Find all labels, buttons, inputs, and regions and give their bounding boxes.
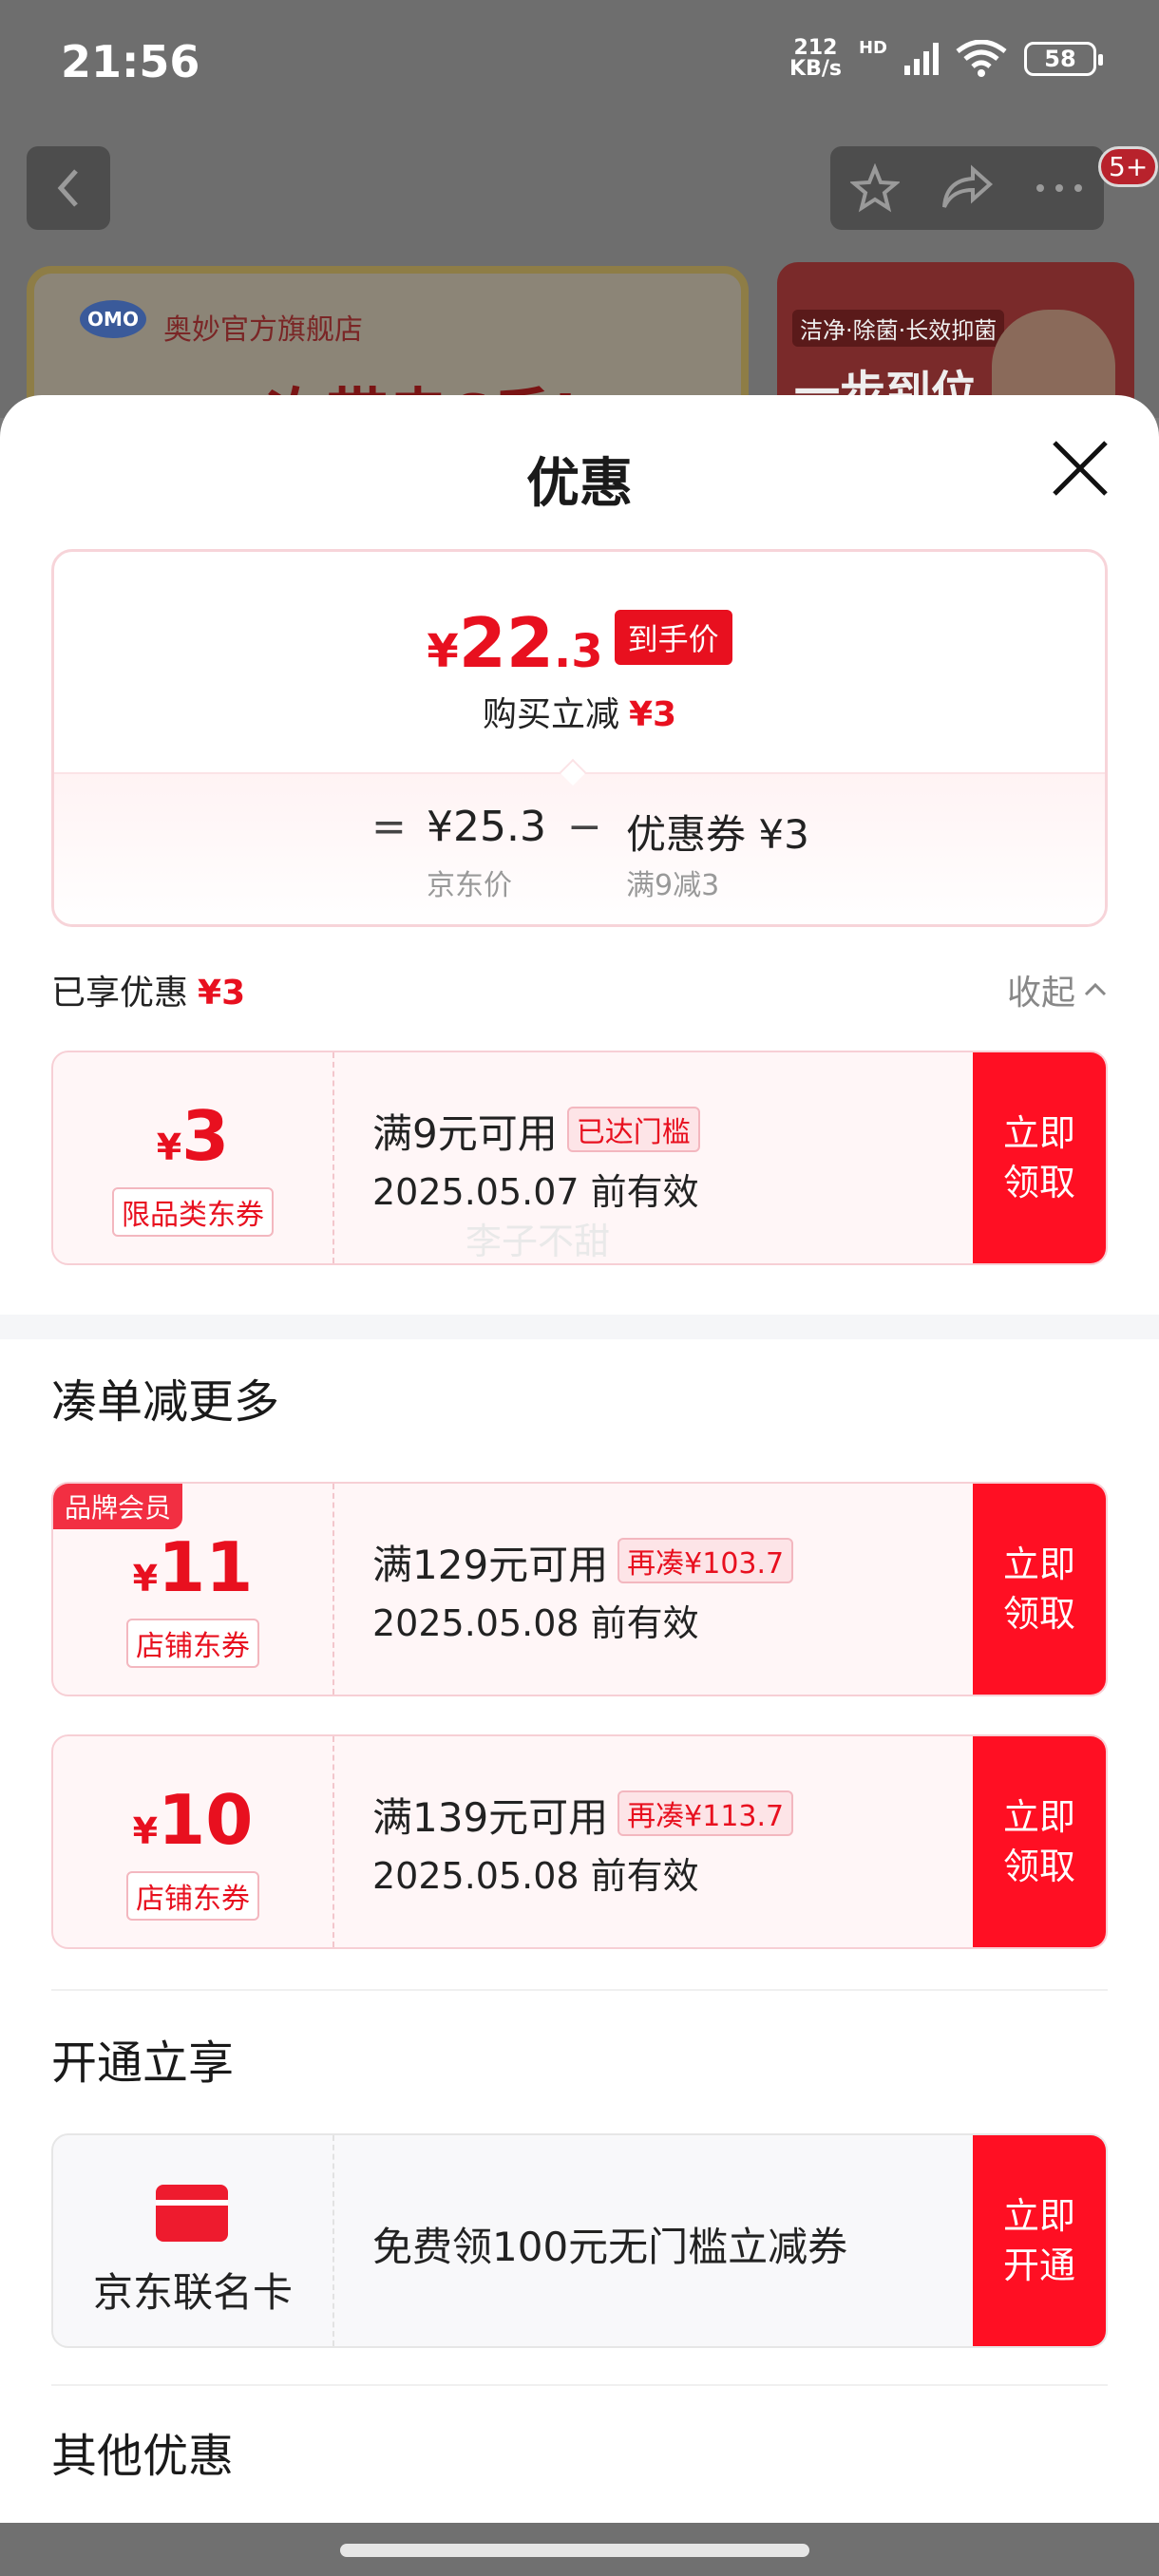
open-section-title: 开通立享 [51, 2036, 235, 2090]
coupon-type: 限品类东券 [112, 1187, 274, 1237]
coupon-condition: 满129元可用 再凑¥103.7 [372, 1533, 794, 1591]
notification-badge: 5+ [1098, 146, 1159, 187]
sheet-title: 优惠 [526, 453, 633, 515]
claim-button-label: 立即 领取 [1002, 1544, 1075, 1635]
wifi-icon [956, 40, 1007, 78]
more-section-title: 凑单减更多 [51, 1375, 280, 1429]
network-speed-unit: KB/s [789, 57, 842, 81]
final-price-integer: 22 [458, 603, 554, 683]
status-icons: 212 KB/s HD 58 [789, 38, 1103, 80]
coupon-validity: 2025.05.08 前有效 [372, 1855, 699, 1897]
discount-sheet: 优惠 ¥22.3 到手价 购买立减 ¥3 = ¥25.3 京东价 − 优惠券 ¥3 … [0, 395, 1159, 2523]
card-name: 京东联名卡 [92, 2269, 293, 2316]
claim-button[interactable]: 立即 领取 [973, 1052, 1106, 1263]
coupon-currency: ¥ [156, 1127, 182, 1168]
card-info-area: 京东联名卡 [53, 2135, 334, 2346]
need-more-badge: 再凑¥103.7 [618, 1538, 794, 1583]
coupon-deduction-condition: 满9减3 [626, 869, 720, 902]
coupon-condition-text: 满139元可用 [372, 1794, 609, 1841]
watermark: 李子不甜 [466, 1221, 611, 1262]
coupon-card: ¥11 店铺东券 品牌会员 满129元可用 再凑¥103.7 2025.05.08… [51, 1482, 1108, 1696]
coupon-deduction: 优惠券 ¥3 [626, 811, 809, 858]
coupon-type: 店铺东券 [126, 1871, 259, 1921]
coupon-value-area: ¥3 限品类东券 [53, 1052, 334, 1263]
coupon-amount-value: 11 [158, 1527, 254, 1607]
final-price-tag: 到手价 [614, 610, 732, 665]
need-more-badge: 再凑¥113.7 [618, 1790, 794, 1836]
card-offer-description: 免费领100元无门槛立减券 [372, 2224, 848, 2270]
close-icon[interactable] [1049, 437, 1112, 500]
status-time: 21:56 [61, 36, 200, 87]
star-icon[interactable] [850, 163, 901, 213]
coupon-amount-value: 10 [158, 1780, 254, 1860]
claim-button-label: 立即 领取 [1002, 1112, 1075, 1203]
share-icon[interactable] [940, 163, 994, 213]
coupon-condition: 满139元可用 再凑¥113.7 [372, 1786, 794, 1844]
claim-button[interactable]: 立即 领取 [973, 1736, 1106, 1947]
claim-button[interactable]: 立即 领取 [973, 1484, 1106, 1695]
collapse-label: 收起 [1006, 974, 1075, 1013]
coupon-validity: 2025.05.08 前有效 [372, 1602, 699, 1644]
battery-icon: 58 [1024, 42, 1103, 76]
coupon-condition: 满9元可用 已达门槛 [372, 1102, 700, 1160]
coupon-condition-text: 满129元可用 [372, 1542, 609, 1588]
open-now-label: 立即 开通 [1002, 2195, 1075, 2286]
claim-button-label: 立即 领取 [1002, 1796, 1075, 1887]
back-button[interactable] [27, 146, 110, 230]
coupon-value-area: ¥10 店铺东券 [53, 1736, 334, 1947]
coupon-currency: ¥ [132, 1810, 159, 1852]
price-summary-card: ¥22.3 到手价 购买立减 ¥3 = ¥25.3 京东价 − 优惠券 ¥3 满9减… [51, 549, 1108, 927]
coupon-amount: ¥11 [53, 1527, 332, 1607]
top-actions [830, 146, 1104, 230]
minus-sign: − [567, 803, 602, 851]
brand-logo: OMO [80, 300, 146, 338]
equals-sign: = [371, 803, 407, 851]
divider [51, 1989, 1108, 1991]
co-brand-card-offer: 京东联名卡 免费领100元无门槛立减券 立即 开通 [51, 2133, 1108, 2348]
store-name: 奥妙官方旗舰店 [163, 313, 363, 347]
instant-discount-label: 购买立减 [482, 695, 619, 734]
coupon-condition-text: 满9元可用 [372, 1110, 558, 1157]
divider [51, 2384, 1108, 2386]
coupon-amount: ¥10 [53, 1780, 332, 1860]
system-nav-bar [0, 2523, 1159, 2576]
chevron-left-icon [57, 169, 78, 207]
instant-discount-value: ¥3 [628, 695, 677, 734]
coupon-type: 店铺东券 [126, 1619, 259, 1668]
section-gap [0, 1315, 1159, 1339]
jd-price: ¥25.3 [427, 803, 546, 851]
network-speed: 212 KB/s [789, 38, 842, 80]
signal-icon [904, 43, 939, 75]
threshold-reached-badge: 已达门槛 [566, 1107, 700, 1152]
final-price: ¥22.3 到手价 [54, 603, 1105, 683]
coupon-currency: ¥ [132, 1558, 159, 1600]
enjoyed-discount-label: 已享优惠 [51, 974, 189, 1013]
enjoyed-discount-row: 已享优惠 ¥3 收起 [51, 965, 1108, 1022]
enjoyed-discount: 已享优惠 ¥3 [51, 965, 245, 1014]
instant-discount: 购买立减 ¥3 [54, 687, 1105, 736]
open-now-button[interactable]: 立即 开通 [973, 2135, 1106, 2346]
promo-banner-subtitle: 洁净·除菌·长效抑菌 [792, 310, 1005, 347]
network-speed-value: 212 [793, 36, 838, 60]
collapse-button[interactable]: 收起 [1007, 965, 1108, 1014]
coupon-validity: 2025.05.07 前有效 [372, 1171, 699, 1213]
other-section-title: 其他优惠 [51, 2430, 235, 2483]
enjoyed-discount-value: ¥3 [198, 974, 246, 1013]
status-bar: 21:56 212 KB/s HD 58 [0, 0, 1159, 123]
jd-price-label: 京东价 [427, 869, 512, 902]
hd-icon: HD [858, 38, 887, 58]
final-price-currency: ¥ [427, 625, 459, 678]
home-gesture-handle[interactable] [340, 2544, 809, 2557]
coupon-card: ¥10 店铺东券 满139元可用 再凑¥113.7 2025.05.08 前有效 … [51, 1734, 1108, 1949]
final-price-decimal: .3 [553, 625, 603, 678]
more-icon[interactable] [1035, 179, 1084, 198]
coupon-amount: ¥3 [53, 1096, 332, 1176]
member-badge: 品牌会员 [53, 1484, 183, 1529]
credit-card-icon [156, 2185, 228, 2242]
chevron-up-icon [1084, 982, 1107, 996]
coupon-amount-value: 3 [181, 1096, 230, 1176]
